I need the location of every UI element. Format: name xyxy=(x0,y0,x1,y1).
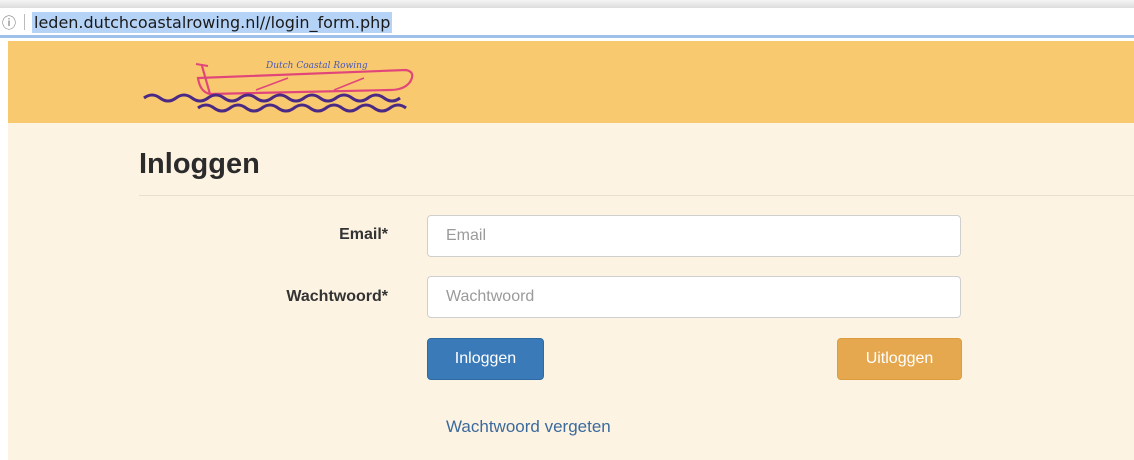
password-label: Wachtwoord* xyxy=(286,288,388,305)
svg-text:Dutch Coastal Rowing: Dutch Coastal Rowing xyxy=(265,61,368,71)
forgot-password-link[interactable]: Wachtwoord vergeten xyxy=(446,417,611,437)
info-icon[interactable]: ⓘ xyxy=(2,13,16,33)
title-divider xyxy=(139,195,1134,196)
login-panel: Inloggen Email* Wachtwoord* Inloggen Uit… xyxy=(8,123,1134,460)
address-separator xyxy=(24,14,25,30)
url-text[interactable]: leden.dutchcoastalrowing.nl//login_form.… xyxy=(32,12,393,33)
logout-button[interactable]: Uitloggen xyxy=(837,338,962,380)
login-button[interactable]: Inloggen xyxy=(427,338,544,380)
logo-graphic: Dutch Coastal Rowing xyxy=(143,61,414,113)
site-header: Dutch Coastal Rowing xyxy=(8,41,1134,123)
page-title: Inloggen xyxy=(139,148,260,180)
site-logo[interactable]: Dutch Coastal Rowing xyxy=(138,54,418,123)
address-bar[interactable]: ⓘ leden.dutchcoastalrowing.nl//login_for… xyxy=(0,8,1134,38)
email-field[interactable] xyxy=(427,215,961,257)
password-field[interactable] xyxy=(427,276,961,318)
email-label: Email* xyxy=(339,226,388,243)
